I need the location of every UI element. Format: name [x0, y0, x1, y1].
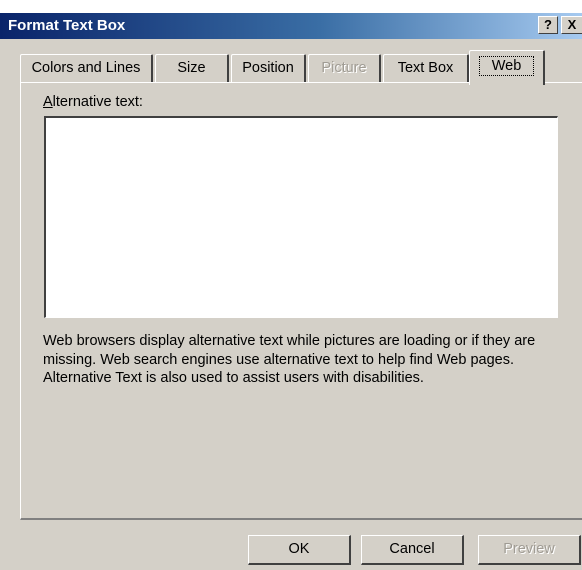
close-button[interactable]: X	[561, 16, 582, 34]
help-description: Web browsers display alternative text wh…	[43, 333, 536, 386]
top-strip	[0, 0, 582, 13]
cancel-button[interactable]: Cancel	[361, 535, 464, 565]
window-title: Format Text Box	[8, 17, 126, 34]
help-button[interactable]: ?	[538, 16, 558, 34]
tab-label: Picture	[321, 60, 367, 76]
tab-label: Size	[177, 60, 206, 76]
tab-size[interactable]: Size	[155, 54, 229, 83]
tab-picture: Picture	[308, 54, 381, 83]
tab-colors-and-lines[interactable]: Colors and Lines	[20, 54, 153, 83]
format-text-box-dialog: Format Text Box ? X Colors and Lines Siz…	[0, 0, 582, 570]
tab-label: Text Box	[397, 60, 454, 76]
title-bar[interactable]: Format Text Box ? X	[0, 13, 582, 39]
preview-button: Preview	[478, 535, 581, 565]
tab-label: Position	[242, 60, 294, 76]
tab-text-box[interactable]: Text Box	[383, 54, 469, 83]
ok-button[interactable]: OK	[248, 535, 351, 565]
tab-web[interactable]: Web	[469, 50, 545, 85]
accelerator-char: A	[43, 94, 53, 110]
alternative-text-label-rest: lternative text:	[52, 94, 143, 110]
alternative-text-label: Alternative text:	[43, 94, 143, 110]
tab-label: Web	[478, 56, 535, 76]
tab-position[interactable]: Position	[231, 54, 306, 83]
alternative-text-field[interactable]	[44, 116, 558, 318]
tab-label: Colors and Lines	[31, 60, 141, 76]
